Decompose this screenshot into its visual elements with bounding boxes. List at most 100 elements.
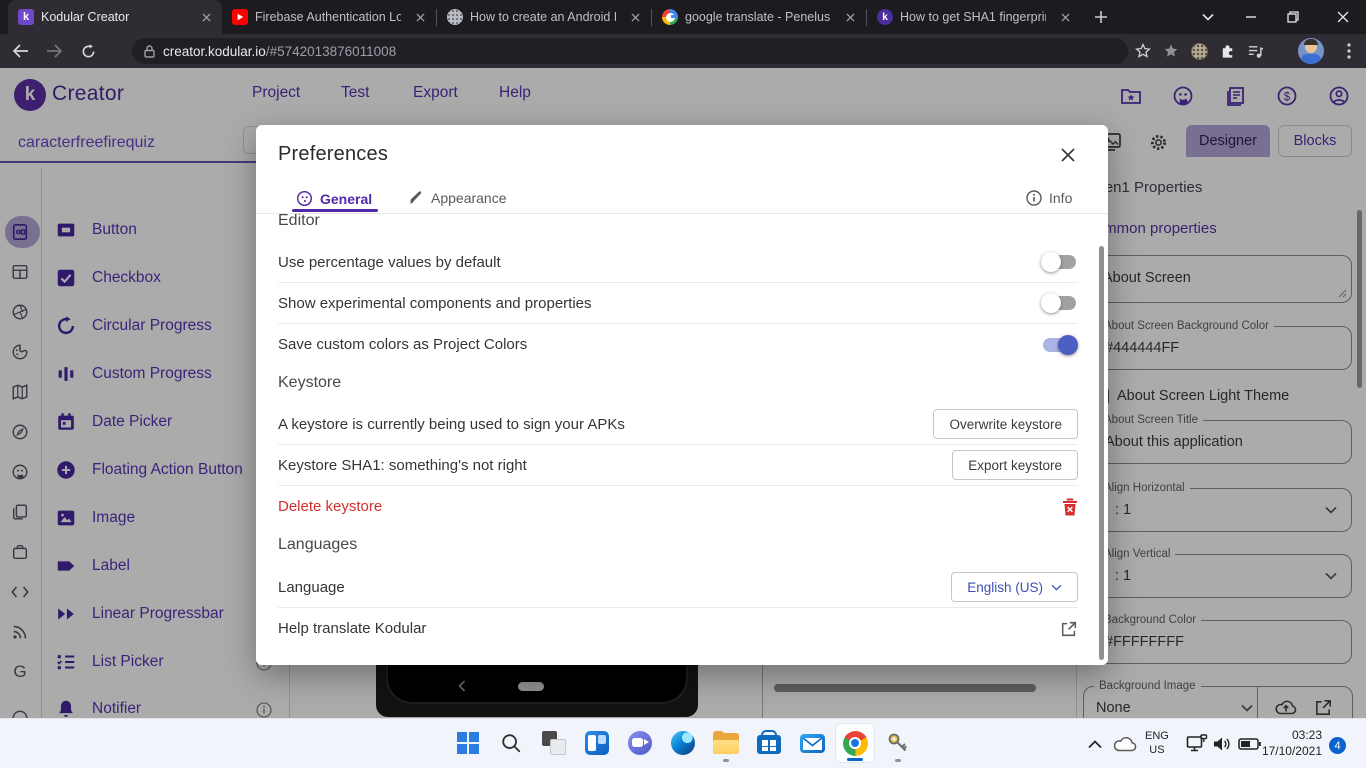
info-icon bbox=[1026, 190, 1042, 206]
dialog-scrollbar[interactable] bbox=[1099, 246, 1104, 660]
task-view-icon[interactable] bbox=[534, 723, 574, 763]
pref-label: A keystore is currently being used to si… bbox=[278, 415, 625, 433]
general-icon bbox=[296, 190, 313, 207]
pref-row-custom-colors: Save custom colors as Project Colors bbox=[278, 324, 1078, 365]
browser-tab-kodular-creator[interactable]: k Kodular Creator bbox=[8, 0, 222, 34]
pref-label: Use percentage values by default bbox=[278, 253, 501, 271]
google-favicon bbox=[662, 9, 678, 25]
edge-icon[interactable] bbox=[663, 723, 703, 763]
search-icon[interactable] bbox=[491, 723, 531, 763]
pref-row-sha1: Keystore SHA1: something's not right Exp… bbox=[278, 445, 1078, 486]
browser-tab-google-translate[interactable]: google translate - Penelusur bbox=[652, 0, 866, 34]
clock[interactable]: 03:23 17/10/2021 bbox=[1262, 719, 1322, 769]
open-external-icon[interactable] bbox=[1060, 620, 1078, 638]
volume-icon[interactable] bbox=[1212, 719, 1232, 769]
start-button[interactable] bbox=[448, 723, 488, 763]
chrome-icon[interactable] bbox=[835, 723, 875, 763]
browser-tab-sha1[interactable]: k How to get SHA1 fingerprint bbox=[867, 0, 1081, 34]
delete-keystore-label[interactable]: Delete keystore bbox=[278, 498, 382, 515]
extension-star-icon[interactable] bbox=[1158, 38, 1184, 64]
browser-menu-dots-icon[interactable] bbox=[1336, 38, 1362, 64]
toggle-percentage[interactable] bbox=[1041, 252, 1078, 272]
microsoft-store-icon[interactable] bbox=[749, 723, 789, 763]
bookmark-star-icon[interactable] bbox=[1130, 38, 1156, 64]
tab-general-label: General bbox=[320, 190, 373, 207]
tab-appearance[interactable]: Appearance bbox=[408, 190, 507, 206]
toggle-experimental[interactable] bbox=[1041, 293, 1078, 313]
language-indicator[interactable]: ENG US bbox=[1145, 719, 1169, 769]
languages-heading: Languages bbox=[278, 536, 358, 553]
browser-tab-firebase[interactable]: Firebase Authentication Logi bbox=[222, 0, 436, 34]
pref-row-keystore: A keystore is currently being used to si… bbox=[278, 404, 1078, 445]
help-translate-label[interactable]: Help translate Kodular bbox=[278, 620, 426, 637]
tab-close-icon[interactable] bbox=[627, 9, 643, 25]
address-bar[interactable]: creator.kodular.io/#5742013876011008 bbox=[132, 38, 1128, 64]
windows-taskbar: ENG US 03:23 17/10/2021 4 bbox=[0, 718, 1366, 768]
extension-icon[interactable] bbox=[1186, 38, 1212, 64]
url-path: /#5742013876011008 bbox=[265, 43, 397, 59]
pref-row-help-translate: Help translate Kodular bbox=[278, 608, 1078, 649]
browser-tab-android-keystore[interactable]: How to create an Android Ke bbox=[437, 0, 651, 34]
language-value: English (US) bbox=[967, 579, 1043, 595]
toggle-custom-colors[interactable] bbox=[1041, 334, 1078, 355]
battery-icon[interactable] bbox=[1238, 719, 1261, 769]
language-select[interactable]: English (US) bbox=[951, 572, 1078, 602]
close-icon[interactable] bbox=[1056, 143, 1080, 167]
tab-close-icon[interactable] bbox=[412, 9, 428, 25]
onedrive-cloud-icon[interactable] bbox=[1113, 719, 1137, 769]
tab-title: Kodular Creator bbox=[41, 10, 130, 24]
window-minimize-button[interactable] bbox=[1238, 5, 1264, 29]
pref-row-experimental: Show experimental components and propert… bbox=[278, 283, 1078, 324]
site-favicon bbox=[447, 9, 463, 25]
tab-info-label: Info bbox=[1049, 190, 1073, 206]
badge-count: 4 bbox=[1334, 739, 1341, 752]
reload-icon[interactable] bbox=[74, 37, 102, 65]
tab-general[interactable]: General bbox=[296, 190, 372, 207]
notification-badge[interactable]: 4 bbox=[1329, 737, 1346, 754]
reading-list-icon[interactable] bbox=[1242, 38, 1268, 64]
pref-label: Language bbox=[278, 578, 345, 596]
network-icon[interactable] bbox=[1186, 719, 1208, 769]
mail-icon[interactable] bbox=[792, 723, 832, 763]
window-restore-button[interactable] bbox=[1280, 5, 1306, 29]
tab-appearance-label: Appearance bbox=[431, 190, 507, 206]
extensions-puzzle-icon[interactable] bbox=[1214, 38, 1240, 64]
export-keystore-button[interactable]: Export keystore bbox=[952, 450, 1078, 480]
pref-label: Show experimental components and propert… bbox=[278, 294, 592, 312]
tab-close-icon[interactable] bbox=[198, 9, 214, 25]
tab-strip: k Kodular Creator Firebase Authenticatio… bbox=[0, 0, 1366, 34]
editor-heading: Editor bbox=[278, 214, 320, 229]
tray-time: 03:23 bbox=[1291, 728, 1322, 743]
new-tab-button[interactable] bbox=[1087, 3, 1115, 31]
delete-forever-icon[interactable] bbox=[1062, 498, 1078, 516]
widgets-icon[interactable] bbox=[577, 723, 617, 763]
forward-icon[interactable] bbox=[40, 37, 68, 65]
pref-row-language: Language English (US) bbox=[278, 567, 1078, 608]
file-explorer-icon[interactable] bbox=[706, 723, 746, 763]
tab-title: google translate - Penelusur bbox=[685, 10, 831, 24]
tab-title: How to create an Android Ke bbox=[470, 10, 616, 24]
tab-close-icon[interactable] bbox=[842, 9, 858, 25]
kodular-community-favicon: k bbox=[877, 9, 893, 25]
tab-info[interactable]: Info bbox=[1026, 190, 1072, 206]
youtube-favicon bbox=[232, 9, 248, 25]
tab-title: How to get SHA1 fingerprint bbox=[900, 10, 1046, 24]
url-host: creator.kodular.io bbox=[163, 43, 266, 59]
teams-chat-icon[interactable] bbox=[620, 723, 660, 763]
dialog-title: Preferences bbox=[278, 143, 389, 165]
overwrite-keystore-button[interactable]: Overwrite keystore bbox=[933, 409, 1078, 439]
back-icon[interactable] bbox=[6, 37, 34, 65]
keepass-icon[interactable] bbox=[878, 723, 918, 763]
tab-search-chevron-icon[interactable] bbox=[1196, 5, 1220, 29]
browser-profile-avatar[interactable] bbox=[1298, 38, 1324, 64]
pref-label: Save custom colors as Project Colors bbox=[278, 336, 528, 353]
button-label: Export keystore bbox=[968, 457, 1062, 473]
preferences-dialog: Preferences General Appearance Info Edit… bbox=[256, 125, 1108, 665]
window-close-button[interactable] bbox=[1330, 5, 1356, 29]
browser-navbar: creator.kodular.io/#5742013876011008 bbox=[0, 34, 1366, 68]
tab-close-icon[interactable] bbox=[1057, 9, 1073, 25]
pref-row-delete: Delete keystore bbox=[278, 486, 1078, 527]
tray-chevron-up-icon[interactable] bbox=[1088, 719, 1102, 769]
browser-chrome: k Kodular Creator Firebase Authenticatio… bbox=[0, 0, 1366, 68]
button-label: Overwrite keystore bbox=[949, 416, 1062, 432]
